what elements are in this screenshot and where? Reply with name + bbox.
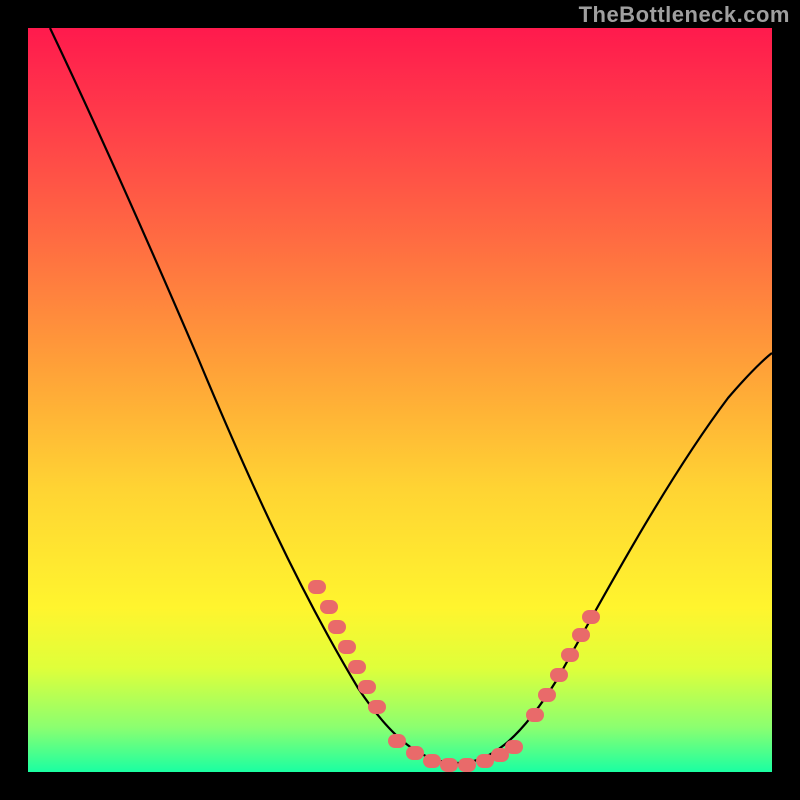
marker — [358, 680, 376, 694]
marker — [572, 628, 590, 642]
chart-frame: TheBottleneck.com — [0, 0, 800, 800]
marker — [440, 758, 458, 772]
marker — [388, 734, 406, 748]
marker — [368, 700, 386, 714]
marker — [458, 758, 476, 772]
marker — [348, 660, 366, 674]
marker — [550, 668, 568, 682]
marker — [338, 640, 356, 654]
marker — [320, 600, 338, 614]
plot-area — [28, 28, 772, 772]
marker — [526, 708, 544, 722]
marker — [308, 580, 326, 594]
marker — [561, 648, 579, 662]
marker — [423, 754, 441, 768]
bottleneck-curve — [50, 28, 772, 763]
marker — [328, 620, 346, 634]
marker — [505, 740, 523, 754]
marker — [538, 688, 556, 702]
marker — [582, 610, 600, 624]
marker — [406, 746, 424, 760]
chart-svg — [28, 28, 772, 772]
watermark-label: TheBottleneck.com — [579, 2, 790, 28]
